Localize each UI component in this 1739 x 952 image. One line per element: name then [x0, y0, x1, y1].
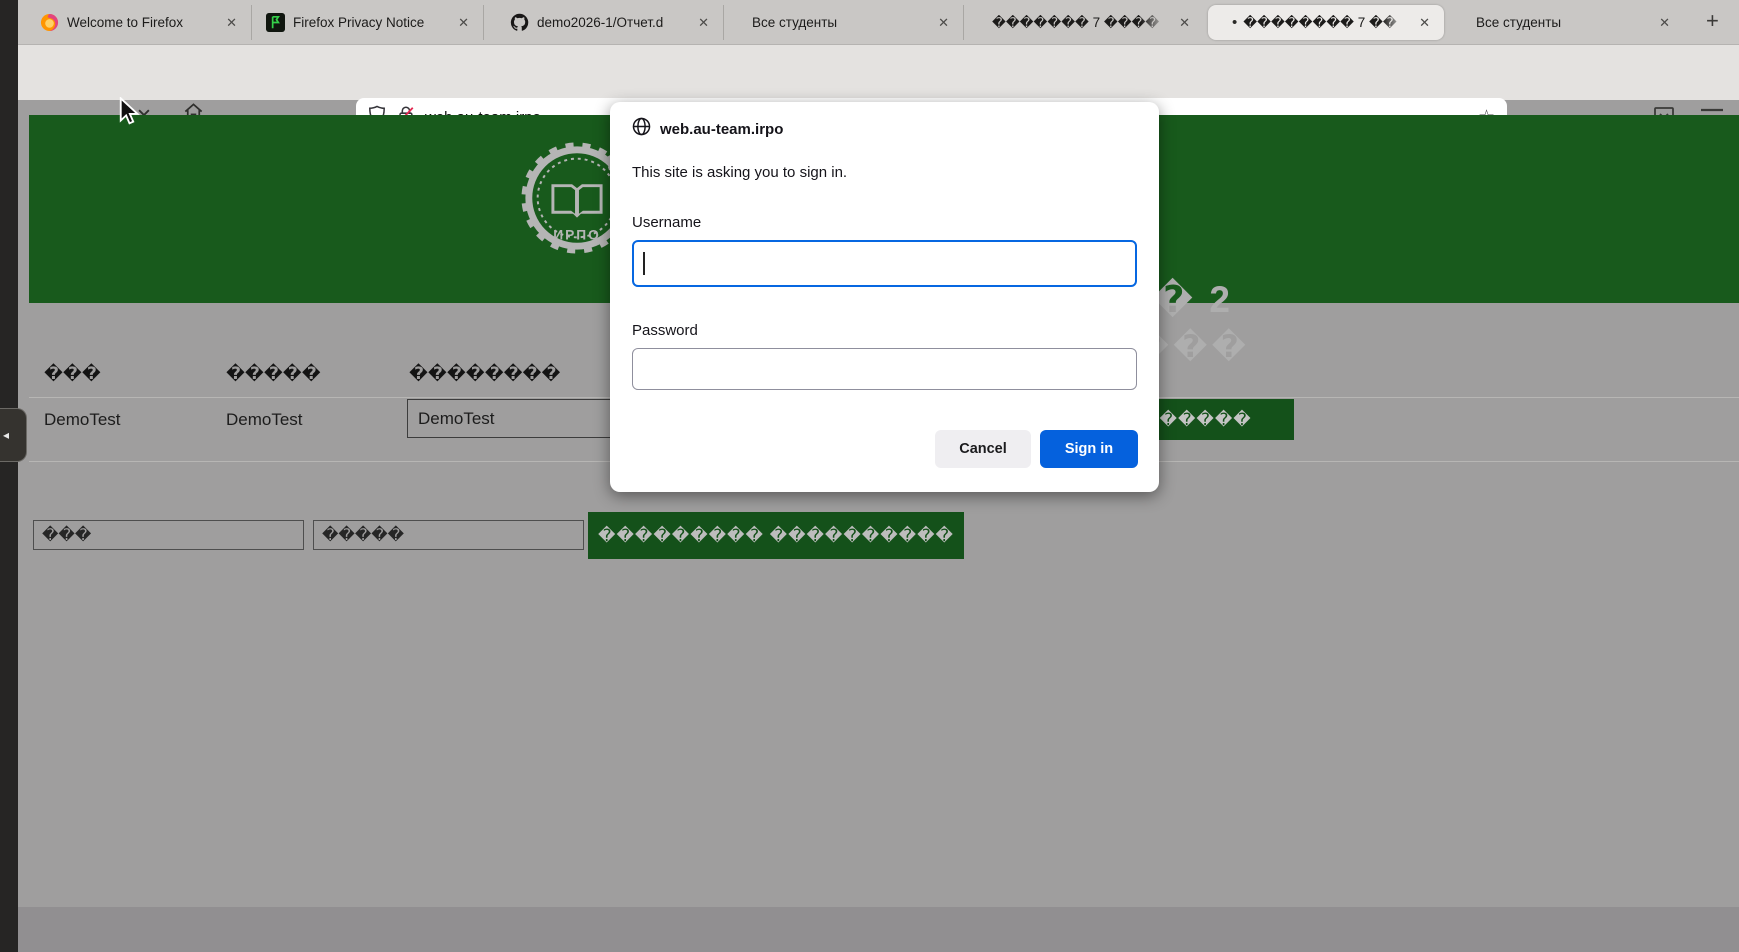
flag-icon	[266, 13, 285, 32]
http-auth-dialog: web.au-team.irpo This site is asking you…	[610, 102, 1159, 492]
tab-bar: Welcome to Firefox ✕ Firefox Privacy Not…	[0, 0, 1739, 44]
row-cell-group: DemoTest	[226, 410, 303, 430]
close-icon[interactable]: ✕	[1415, 15, 1434, 31]
tab-title: Все студенты	[752, 15, 926, 30]
screen-edge-strip	[0, 0, 18, 952]
tab-mojibake-7-a[interactable]: ������� 7 ���� ✕	[964, 5, 1204, 40]
mouse-cursor	[118, 97, 144, 130]
close-icon[interactable]: ✕	[1655, 15, 1674, 31]
tab-title: ������� 7 ����	[992, 15, 1167, 31]
text-caret	[643, 252, 645, 275]
tab-firefox-privacy-notice[interactable]: Firefox Privacy Notice ✕	[252, 5, 484, 40]
close-icon[interactable]: ✕	[694, 15, 713, 31]
banner-heading-line1: � 2	[1152, 278, 1233, 321]
unsaved-dot: •	[1232, 14, 1237, 31]
form-field-1[interactable]	[33, 520, 304, 550]
tab-mojibake-7-b-active[interactable]: • �������� 7 �� ✕	[1208, 5, 1444, 40]
dialog-site-title: web.au-team.irpo	[660, 121, 783, 138]
username-field[interactable]	[632, 240, 1137, 287]
tab-title: Все студенты	[1476, 15, 1647, 30]
tab-title: demo2026-1/Отчет.d	[537, 15, 686, 30]
column-header-1: ���	[44, 364, 101, 384]
firefox-icon	[40, 13, 59, 32]
password-field[interactable]	[632, 348, 1137, 390]
form-submit-button[interactable]: ��������� ����������	[588, 512, 964, 559]
new-tab-button[interactable]: +	[1706, 8, 1719, 34]
chevron-left-icon: ◂	[3, 428, 9, 442]
navigation-toolbar: ← → ✕ web.au-team.irpo ☆	[0, 44, 1739, 100]
sign-in-button[interactable]: Sign in	[1040, 430, 1138, 468]
form-field-2[interactable]	[313, 520, 584, 550]
tab-all-students-2[interactable]: Все студенты ✕	[1448, 5, 1684, 40]
close-icon[interactable]: ✕	[934, 15, 953, 31]
edge-collapse-handle[interactable]: ◂	[0, 408, 27, 462]
tab-all-students-1[interactable]: Все студенты ✕	[724, 5, 964, 40]
dialog-title-row: web.au-team.irpo	[632, 117, 783, 141]
screen: Welcome to Firefox ✕ Firefox Privacy Not…	[0, 0, 1739, 952]
password-label: Password	[632, 322, 698, 339]
github-icon	[510, 13, 529, 32]
username-label: Username	[632, 214, 701, 231]
close-icon[interactable]: ✕	[222, 15, 241, 31]
cancel-button[interactable]: Cancel	[935, 430, 1031, 468]
dialog-message: This site is asking you to sign in.	[632, 164, 847, 181]
column-header-3: ��������	[409, 364, 560, 384]
close-icon[interactable]: ✕	[454, 15, 473, 31]
column-header-2: �����	[226, 364, 321, 384]
bottom-band	[18, 907, 1739, 952]
close-icon[interactable]: ✕	[1175, 15, 1194, 31]
tab-title: �������� 7 ��	[1243, 15, 1407, 31]
tab-welcome-to-firefox[interactable]: Welcome to Firefox ✕	[26, 5, 252, 40]
tab-title: Firefox Privacy Notice	[293, 15, 446, 30]
tab-title: Welcome to Firefox	[67, 15, 214, 30]
tab-github-report[interactable]: demo2026-1/Отчет.d ✕	[496, 5, 724, 40]
globe-icon	[632, 117, 651, 141]
row-cell-name: DemoTest	[44, 410, 121, 430]
svg-text:ИРПО: ИРПО	[553, 227, 601, 242]
